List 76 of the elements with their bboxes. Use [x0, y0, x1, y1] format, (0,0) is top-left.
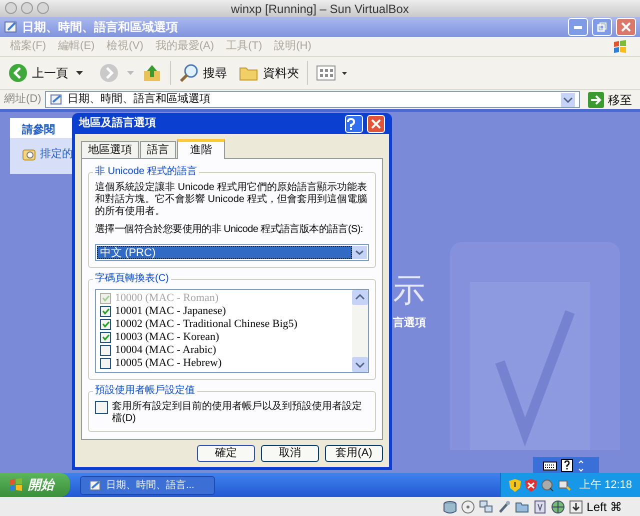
dropdown-arrow-icon: [76, 71, 83, 75]
options-arrows-icon: [577, 460, 585, 472]
scroll-up-icon: [352, 290, 368, 305]
shield-icon: [525, 478, 538, 492]
usb-icon: [496, 500, 511, 514]
host-key-label: Left ⌘: [586, 498, 622, 516]
search-button[interactable]: 搜尋: [179, 63, 227, 83]
tab[interactable]: 地區選項: [81, 141, 139, 158]
group-title: 預設使用者帳戶設定值: [93, 384, 197, 398]
code-page-label: 10005 (MAC - Hebrew): [115, 356, 222, 372]
back-button[interactable]: 上一頁: [8, 63, 68, 83]
dialog-button[interactable]: 套用(A): [325, 445, 383, 462]
code-page-label: 10004 (MAC - Arabic): [115, 343, 216, 358]
folder-icon: [514, 500, 529, 514]
group-title: 字碼頁轉換表(C): [93, 272, 171, 286]
optical-disc-icon: [460, 500, 475, 514]
window-title: 日期、時間、語言和區域選項: [22, 19, 179, 36]
keyboard-icon: [543, 460, 557, 470]
dropdown-arrow-icon: [127, 71, 134, 75]
address-field[interactable]: 日期、時間、語言和區域選項: [45, 91, 580, 108]
clock: 上午 12:18: [579, 478, 632, 493]
folder-up-icon: [142, 63, 162, 83]
control-panel-icon: [4, 20, 18, 34]
dialog-button[interactable]: 取消: [261, 445, 319, 462]
prompt-text: 選擇一個符合於您要使用的非 Unicode 程式語言版本的語言(S):: [95, 224, 364, 236]
scheduled-task-icon: [22, 147, 36, 162]
windows-logo-icon: [612, 38, 628, 54]
see-also-link[interactable]: 排定的: [40, 146, 73, 162]
checkbox[interactable]: [100, 358, 111, 369]
dialog-button[interactable]: 確定: [197, 445, 255, 462]
chip-icon: [532, 500, 547, 514]
close-icon: [371, 118, 381, 128]
checkbox-label[interactable]: 套用所有設定到目前的使用者帳戶以及到預設使用者設定檔(D): [112, 401, 369, 425]
background-heading: 示: [393, 271, 425, 310]
see-also-title: 請參閱: [22, 122, 55, 138]
code-page-label: 10000 (MAC - Roman): [115, 291, 219, 306]
control-panel-icon: [89, 478, 102, 492]
control-panel-icon: [50, 93, 64, 106]
checkbox[interactable]: [100, 306, 111, 317]
checkbox[interactable]: [100, 319, 111, 330]
taskbar-button[interactable]: 日期、時間、語言...: [80, 476, 215, 494]
code-page-label: 10001 (MAC - Japanese): [115, 304, 226, 319]
window-title: winxp [Running] – Sun VirtualBox: [230, 0, 410, 18]
minimize-icon: [574, 26, 582, 28]
address-label: 網址(D): [4, 92, 42, 108]
code-page-label: 10003 (MAC - Korean): [115, 330, 220, 345]
background-subtitle: 言選項: [393, 316, 426, 331]
scroll-down-icon: [352, 357, 368, 372]
view-grid-icon: [316, 64, 338, 82]
restore-button[interactable]: [592, 18, 612, 36]
dropdown-arrow-icon: [342, 72, 347, 74]
scrollbar[interactable]: [352, 290, 368, 372]
dialog-title: 地區及語言選項: [79, 116, 157, 132]
minimize-button[interactable]: [568, 18, 588, 36]
close-icon: [621, 22, 631, 32]
help-icon: [561, 459, 573, 472]
language-dropdown[interactable]: 中文 (PRC): [95, 244, 369, 261]
checkbox[interactable]: [100, 345, 111, 356]
tab[interactable]: 語言: [140, 141, 176, 158]
close-button[interactable]: [367, 114, 385, 132]
folders-button[interactable]: 資料夾: [239, 64, 299, 82]
description-text: 這個系統設定讓非 Unicode 程式用它們的原始語言顯示功能表和對話方塊。它不會影響 Unicode 程式，但會套用到這個電腦的所有使用者。: [95, 182, 368, 218]
checkbox[interactable]: [95, 401, 108, 414]
globe-icon: [550, 500, 565, 514]
windows-logo-icon: [8, 477, 24, 493]
checkbox[interactable]: [100, 332, 111, 343]
shield-icon: [509, 478, 522, 492]
help-button[interactable]: [345, 114, 363, 132]
disk-icon: [442, 500, 457, 514]
restore-icon: [597, 22, 607, 32]
code-page-label: 10002 (MAC - Traditional Chinese Big5): [115, 317, 298, 332]
search-icon: [179, 63, 199, 83]
go-arrow-icon: [588, 92, 604, 108]
tab[interactable]: 進階: [177, 139, 225, 159]
go-button[interactable]: 移至: [584, 90, 636, 108]
help-icon: [346, 118, 356, 130]
